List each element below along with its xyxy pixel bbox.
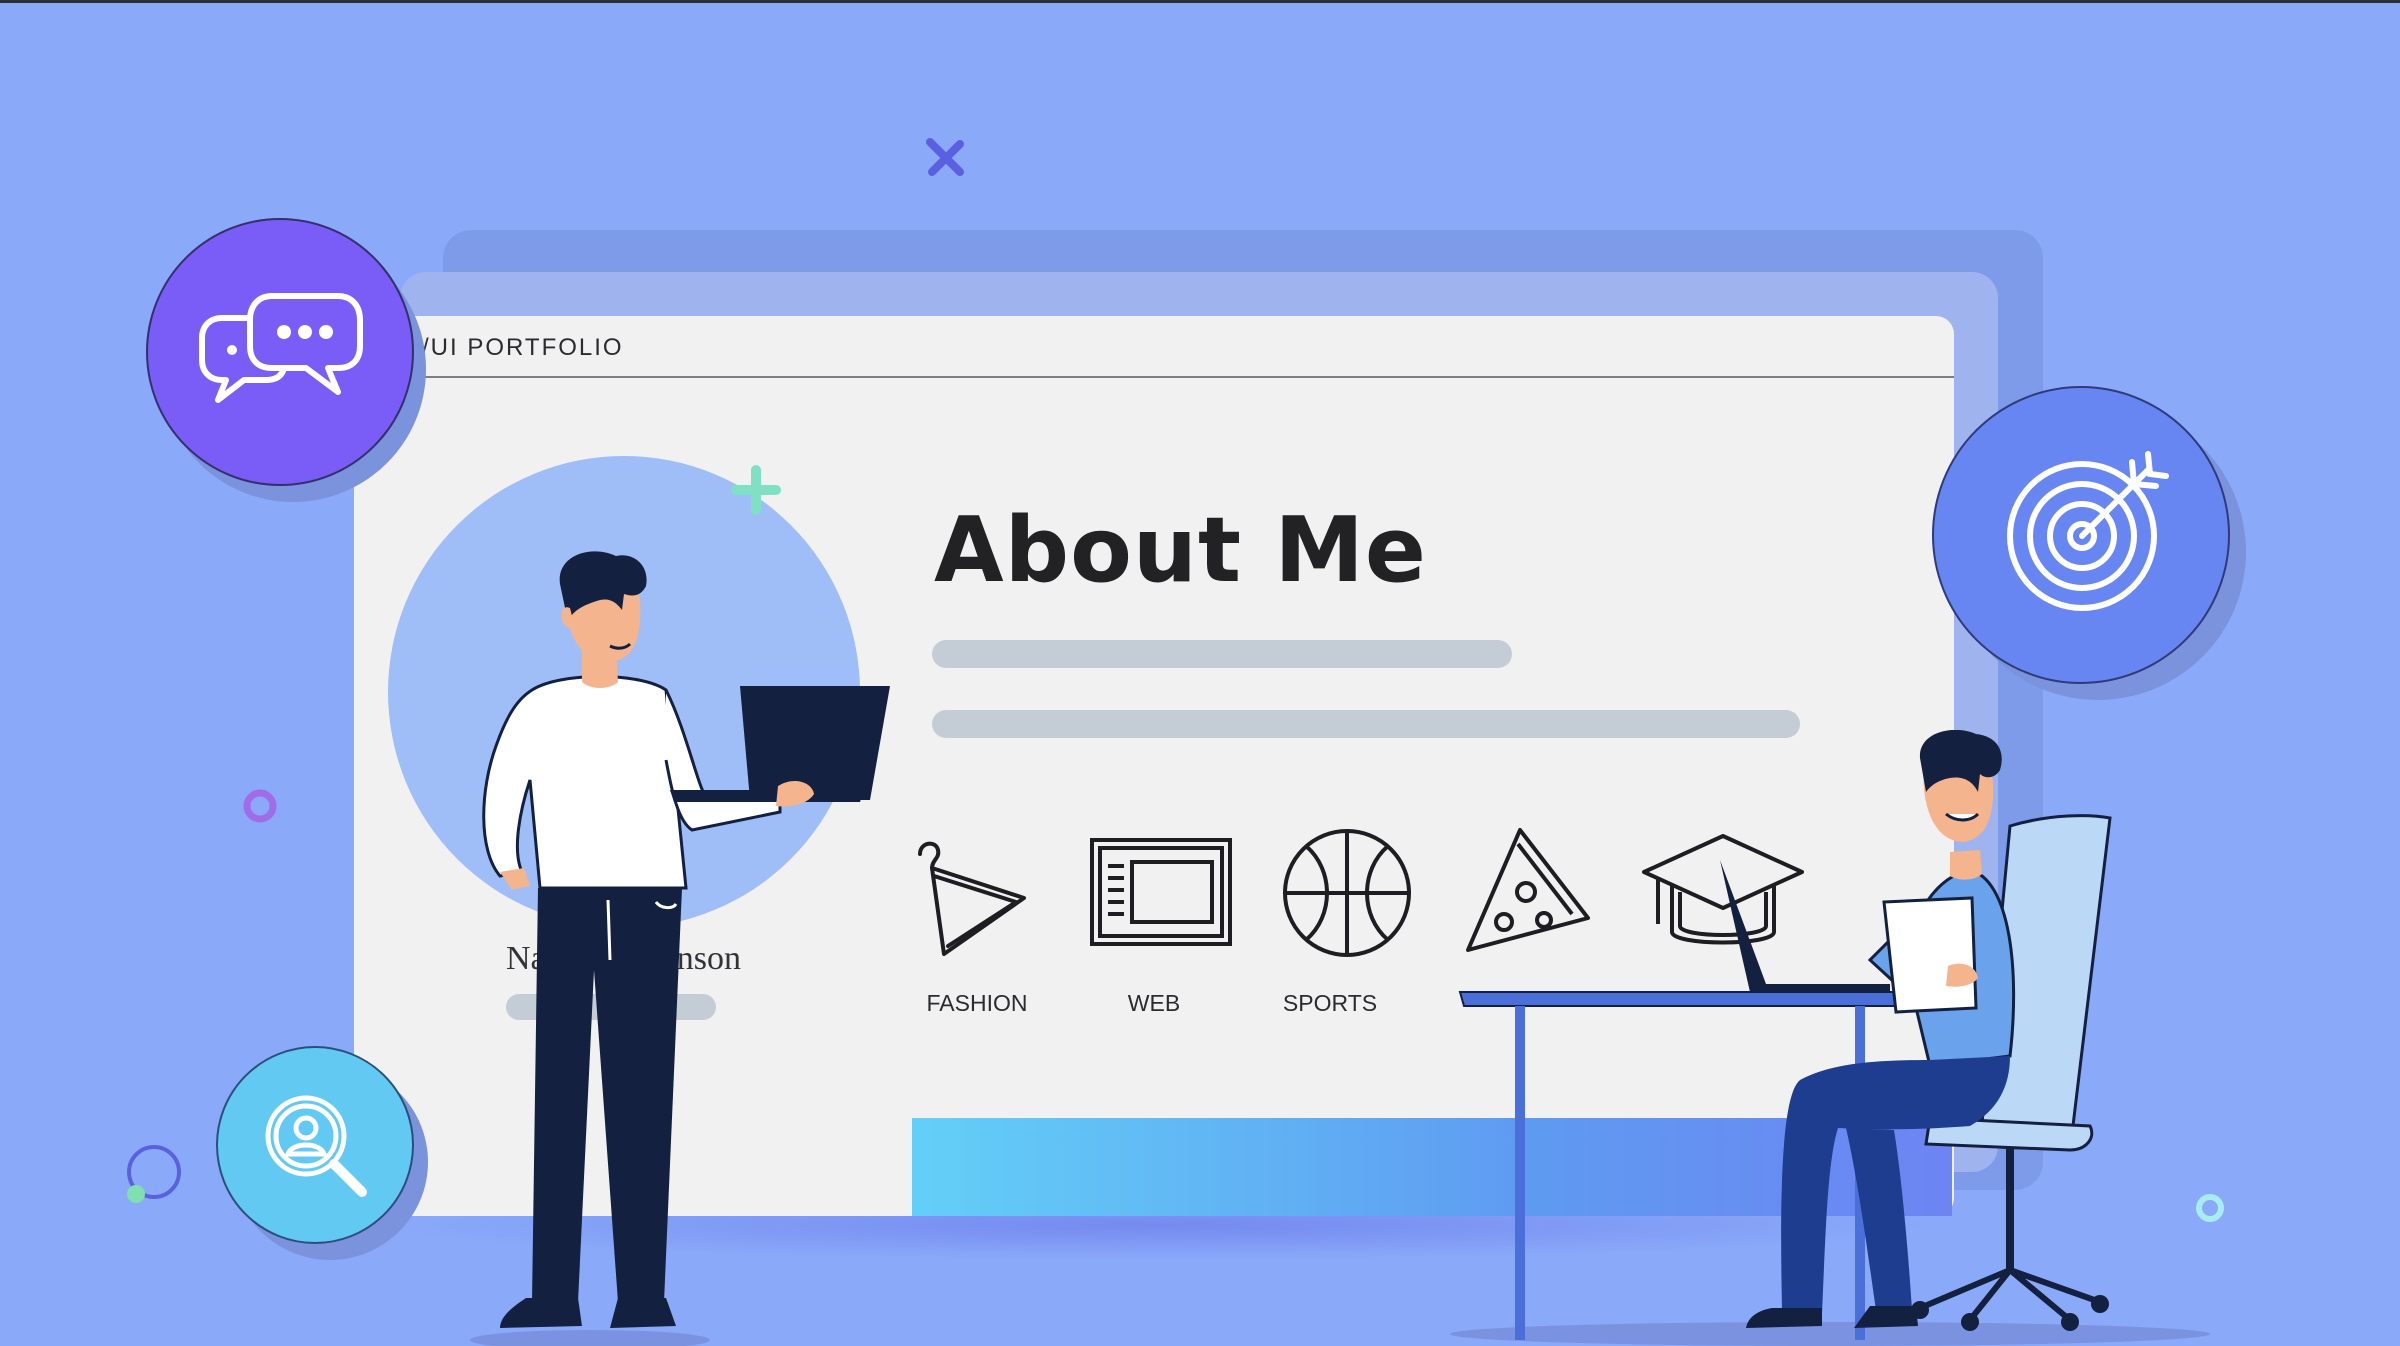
cross-sparkle-icon: [926, 138, 964, 176]
chat-bubbles-icon: [199, 293, 363, 403]
basketball-icon: [1283, 829, 1411, 957]
about-me-heading: About Me: [934, 498, 1427, 603]
hanger-icon: [918, 841, 1026, 956]
category-label-web: WEB: [1127, 990, 1181, 1016]
window-title: X/UI PORTFOLIO: [404, 334, 624, 361]
category-label-sports: SPORTS: [1282, 990, 1378, 1016]
standing-man-illustration: [470, 551, 890, 1346]
plus-sparkle-icon: [731, 465, 781, 515]
illustration-stage: X/UI PORTFOLIO Na enson About Me FASHION…: [0, 0, 2400, 1346]
ring-sparkle-icon-2: [127, 1145, 181, 1203]
ring-sparkle-icon: [243, 789, 277, 823]
category-label-fashion: FASHION: [926, 990, 1028, 1016]
target-icon: [2007, 451, 2169, 611]
window-header: X/UI PORTFOLIO: [354, 316, 1954, 378]
user-search-icon: [265, 1095, 367, 1197]
top-border: [0, 0, 2400, 3]
browser-window-icon: [1090, 838, 1232, 946]
seated-man-at-desk-illustration: [1450, 730, 2210, 1346]
text-placeholder-line-1: [932, 640, 1512, 668]
